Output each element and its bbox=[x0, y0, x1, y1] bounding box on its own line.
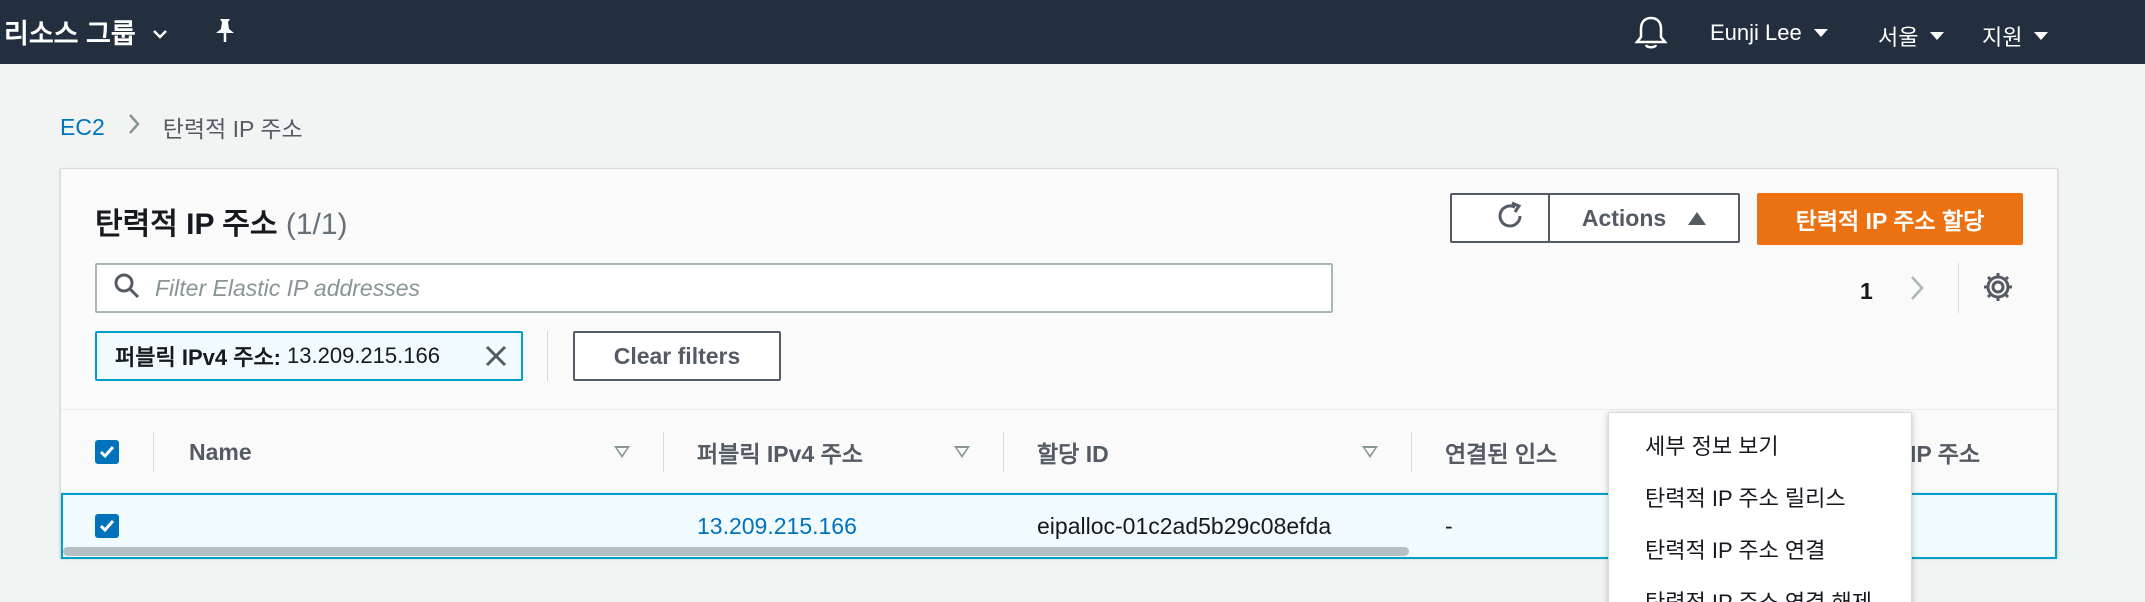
support-menu[interactable]: 지원 bbox=[1982, 20, 2049, 52]
filter-divider bbox=[547, 331, 548, 381]
close-icon[interactable] bbox=[483, 343, 509, 375]
support-label: 지원 bbox=[1982, 25, 2023, 50]
breadcrumb: EC2 탄력적 IP 주소 bbox=[60, 110, 303, 144]
clear-filters-button[interactable]: Clear filters bbox=[573, 331, 781, 381]
pin-icon[interactable] bbox=[212, 16, 238, 51]
column-divider bbox=[1411, 432, 1412, 472]
caret-down-icon bbox=[1813, 29, 1828, 37]
menu-item-associate[interactable]: 탄력적 IP 주소 연결 bbox=[1609, 523, 1911, 575]
cell-instance: - bbox=[1445, 512, 1453, 539]
column-header-label: 할당 ID bbox=[1037, 441, 1109, 467]
allocate-elastic-ip-button[interactable]: 탄력적 IP 주소 할당 bbox=[1757, 193, 2023, 245]
menu-item-disassociate[interactable]: 탄력적 IP 주소 연결 해제 bbox=[1609, 575, 1911, 602]
clear-filters-label: Clear filters bbox=[613, 342, 741, 369]
checkbox[interactable] bbox=[95, 440, 119, 464]
filter-token: 퍼블릭 IPv4 주소: 13.209.215.166 bbox=[95, 331, 523, 381]
column-divider bbox=[153, 432, 154, 472]
gear-icon[interactable] bbox=[1981, 270, 2015, 309]
column-header-public-ip[interactable]: 퍼블릭 IPv4 주소 bbox=[697, 410, 863, 494]
refresh-icon bbox=[1493, 199, 1527, 238]
allocate-label: 탄력적 IP 주소 할당 bbox=[1795, 208, 1985, 234]
breadcrumb-ec2-link[interactable]: EC2 bbox=[60, 114, 105, 141]
caret-down-icon bbox=[2034, 32, 2049, 40]
caret-up-icon bbox=[1688, 211, 1707, 225]
menu-item-release[interactable]: 탄력적 IP 주소 릴리스 bbox=[1609, 471, 1911, 523]
horizontal-scrollbar[interactable] bbox=[63, 547, 1409, 556]
select-all-checkbox[interactable] bbox=[95, 410, 119, 494]
column-header-label: Name bbox=[189, 438, 252, 465]
chevron-right-icon bbox=[127, 112, 141, 142]
sort-icon[interactable] bbox=[614, 446, 630, 458]
chevron-down-icon bbox=[152, 16, 168, 47]
search-input[interactable] bbox=[155, 274, 1255, 302]
selection-count: (1/1) bbox=[285, 208, 348, 241]
column-divider bbox=[663, 432, 664, 472]
chevron-right-icon[interactable] bbox=[1909, 273, 1925, 309]
panel-title-text: 탄력적 IP 주소 bbox=[95, 208, 278, 241]
page-number[interactable]: 1 bbox=[1860, 278, 1873, 305]
user-menu[interactable]: Eunji Lee bbox=[1710, 20, 1828, 46]
region-label: 서울 bbox=[1878, 25, 1919, 50]
breadcrumb-current: 탄력적 IP 주소 bbox=[162, 116, 303, 142]
filter-token-value: 13.209.215.166 bbox=[287, 343, 440, 368]
column-divider bbox=[1003, 432, 1004, 472]
sort-icon[interactable] bbox=[954, 446, 970, 458]
region-menu[interactable]: 서울 bbox=[1878, 20, 1945, 52]
column-header-allocation-id[interactable]: 할당 ID bbox=[1037, 410, 1109, 494]
column-header-instance[interactable]: 연결된 인스 bbox=[1445, 410, 1557, 494]
pagination-divider bbox=[1958, 263, 1959, 313]
search-field[interactable] bbox=[95, 263, 1333, 313]
resource-groups-label: 리소스 그룹 bbox=[4, 19, 136, 49]
column-header-name[interactable]: Name bbox=[189, 410, 252, 494]
caret-down-icon bbox=[1930, 32, 1945, 40]
notifications-bell-icon[interactable] bbox=[1634, 14, 1668, 55]
column-header-label: 퍼블릭 IPv4 주소 bbox=[697, 441, 863, 467]
column-header-label: 연결된 인스 bbox=[1445, 441, 1558, 467]
actions-dropdown-menu: 세부 정보 보기 탄력적 IP 주소 릴리스 탄력적 IP 주소 연결 탄력적 … bbox=[1608, 412, 1912, 602]
menu-item-view-details[interactable]: 세부 정보 보기 bbox=[1609, 419, 1911, 471]
actions-label: Actions bbox=[1581, 204, 1667, 231]
resource-groups-menu[interactable]: 리소스 그룹 bbox=[4, 12, 168, 51]
filter-token-key: 퍼블릭 IPv4 주소: bbox=[115, 345, 282, 370]
elastic-ip-table-panel: 탄력적 IP 주소 (1/1) Actions 탄력적 IP 주소 할당 1 퍼… bbox=[60, 168, 2058, 602]
checkbox[interactable] bbox=[95, 514, 119, 538]
top-navigation: 리소스 그룹 Eunji Lee 서울 지원 bbox=[0, 0, 2145, 64]
pagination: 1 bbox=[1860, 273, 1925, 309]
page-title: 탄력적 IP 주소 (1/1) bbox=[95, 199, 348, 243]
search-icon bbox=[113, 272, 141, 305]
user-name: Eunji Lee bbox=[1710, 20, 1802, 45]
actions-button[interactable]: Actions bbox=[1548, 193, 1740, 243]
sort-icon[interactable] bbox=[1362, 446, 1378, 458]
